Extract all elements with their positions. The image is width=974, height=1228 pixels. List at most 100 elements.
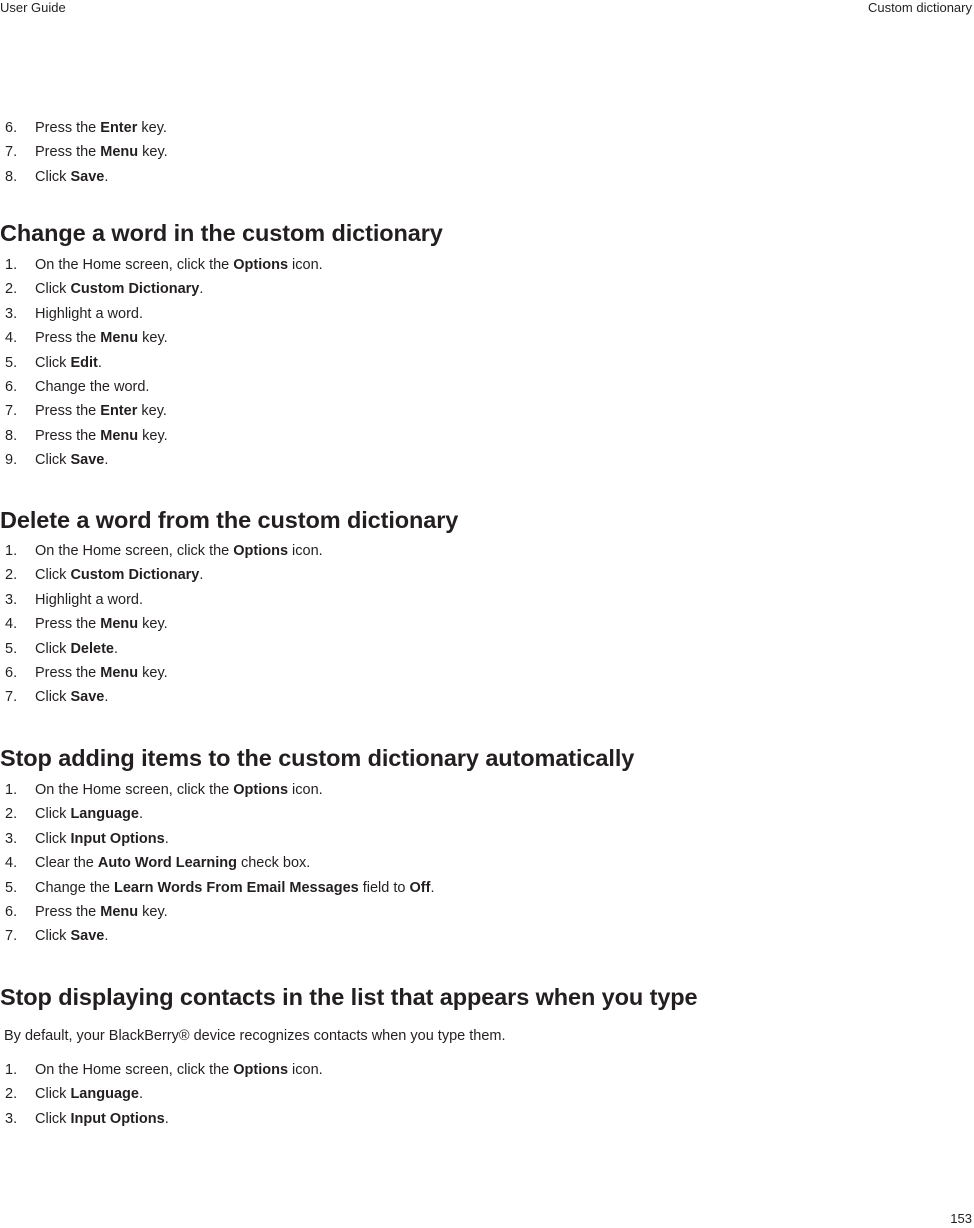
step-item: 6. Change the word.: [0, 375, 443, 399]
step-item: 1. On the Home screen, click the Options …: [0, 539, 458, 563]
section-change-word: Change a word in the custom dictionary 1…: [0, 218, 443, 473]
step-number: 2.: [5, 1086, 18, 1103]
step-text: Click: [35, 168, 71, 185]
step-text: key.: [138, 144, 168, 161]
step-number: 2.: [5, 281, 18, 298]
step-ui-label: Delete: [70, 640, 114, 657]
section-stop-displaying-contacts: Stop displaying contacts in the list tha…: [0, 982, 698, 1131]
step-item: 4. Press the Menu key.: [0, 612, 458, 636]
step-number: 7.: [5, 928, 18, 945]
step-text: Click: [35, 830, 71, 847]
step-text: On the Home screen, click the: [35, 782, 234, 798]
step-number: 6.: [5, 664, 18, 681]
step-text: icon.: [288, 1062, 323, 1078]
step-ui-label: Options: [233, 1062, 289, 1078]
step-item: 4. Clear the Auto Word Learning check box…: [0, 851, 634, 875]
step-number: 4.: [5, 616, 18, 633]
step-number: 7.: [5, 689, 18, 706]
step-ui-label: Menu: [100, 330, 139, 347]
step-text: key.: [138, 427, 168, 444]
step-ui-label: Custom Dictionary: [70, 281, 200, 298]
steps-list: 1. On the Home screen, click the Options …: [0, 778, 634, 949]
running-header-right: Custom dictionary: [867, 0, 972, 15]
step-text: icon.: [288, 782, 323, 798]
step-ui-label: Save: [70, 168, 105, 185]
step-item: 4. Press the Menu key.: [0, 326, 443, 350]
step-ui-label: Save: [70, 928, 105, 945]
step-number: 3.: [5, 830, 18, 847]
step-number: 5.: [5, 354, 18, 371]
step-number: 6.: [5, 378, 18, 395]
step-item: 7. Click Save.: [0, 685, 458, 709]
step-text: On the Home screen, click the: [35, 543, 234, 559]
step-ui-label: Edit: [70, 354, 98, 371]
step-text: .: [199, 281, 204, 298]
step-text: Click: [35, 452, 71, 469]
step-ui-label: Language: [70, 1086, 139, 1103]
step-item: 9. Click Save.: [0, 448, 443, 472]
step-number: 5.: [5, 640, 18, 657]
section-intro: By default, your BlackBerry® device reco…: [4, 1028, 506, 1044]
step-item: 6. Press the Menu key.: [0, 900, 634, 924]
step-text: On the Home screen, click the: [35, 1062, 234, 1078]
step-text: Highlight a word.: [35, 591, 143, 608]
step-item: 7. Click Save.: [0, 924, 634, 948]
step-number: 1.: [5, 782, 18, 798]
step-text: Press the: [35, 903, 101, 920]
step-number: 2.: [5, 806, 18, 823]
step-item: 1. On the Home screen, click the Options …: [0, 778, 634, 802]
step-ui-label: Menu: [100, 616, 139, 633]
step-text: check box.: [236, 855, 311, 872]
step-text: .: [164, 1110, 169, 1127]
step-text: Change the word.: [35, 378, 150, 395]
step-item: 6. Press the Enter key.: [0, 116, 168, 140]
step-text: key.: [138, 903, 168, 920]
step-text: .: [104, 928, 109, 945]
step-number: 2.: [5, 567, 18, 584]
section-stop-adding-items: Stop adding items to the custom dictiona…: [0, 743, 634, 949]
section-delete-word: Delete a word from the custom dictionary…: [0, 505, 458, 710]
step-text: Click: [35, 928, 71, 945]
step-ui-label: Options: [233, 782, 289, 798]
step-text: key.: [138, 330, 168, 347]
step-number: 9.: [5, 452, 18, 469]
step-number: 4.: [5, 855, 18, 872]
section-heading: Stop displaying contacts in the list tha…: [0, 984, 698, 1010]
step-ui-label: Menu: [100, 144, 139, 161]
step-item: 3. Click Input Options.: [0, 1107, 698, 1131]
step-number: 8.: [5, 168, 18, 185]
step-text: Press the: [35, 664, 101, 681]
step-item: 5. Click Delete.: [0, 637, 458, 661]
step-text: On the Home screen, click the: [35, 257, 234, 273]
step-ui-label: Language: [70, 806, 139, 823]
step-ui-label: Options: [233, 257, 289, 273]
step-item: 3. Click Input Options.: [0, 827, 634, 851]
step-item: 2. Click Language.: [0, 802, 634, 826]
step-text: field to: [358, 879, 410, 896]
step-text: Press the: [35, 616, 101, 633]
running-header-left: User Guide: [0, 0, 66, 15]
step-ui-label: Custom Dictionary: [70, 567, 200, 584]
continued-steps-list: 6. Press the Enter key. 7. Press the Menu k…: [0, 116, 168, 189]
step-text: Press the: [35, 403, 101, 420]
step-item: 5. Change the Learn Words From Email Mess…: [0, 876, 634, 900]
step-item: 6. Press the Menu key.: [0, 661, 458, 685]
continued-steps-block: 6. Press the Enter key. 7. Press the Menu k…: [0, 116, 168, 189]
step-item: 8. Press the Menu key.: [0, 424, 443, 448]
step-ui-label: Input Options: [70, 830, 165, 847]
step-number: 8.: [5, 427, 18, 444]
step-item: 1. On the Home screen, click the Options …: [0, 253, 443, 277]
section-heading: Change a word in the custom dictionary: [0, 220, 443, 246]
step-text: key.: [137, 120, 167, 136]
step-text: Click: [35, 1086, 71, 1103]
step-number: 7.: [5, 403, 18, 420]
step-text: key.: [138, 664, 168, 681]
step-text: Click: [35, 354, 71, 371]
step-ui-label: Learn Words From Email Messages: [114, 879, 359, 896]
step-number: 3.: [5, 591, 18, 608]
step-item: 8. Click Save.: [0, 165, 168, 189]
step-text: Press the: [35, 144, 101, 161]
steps-list: 1. On the Home screen, click the Options …: [0, 253, 443, 473]
step-number: 3.: [5, 305, 18, 322]
step-ui-label: Save: [70, 452, 105, 469]
